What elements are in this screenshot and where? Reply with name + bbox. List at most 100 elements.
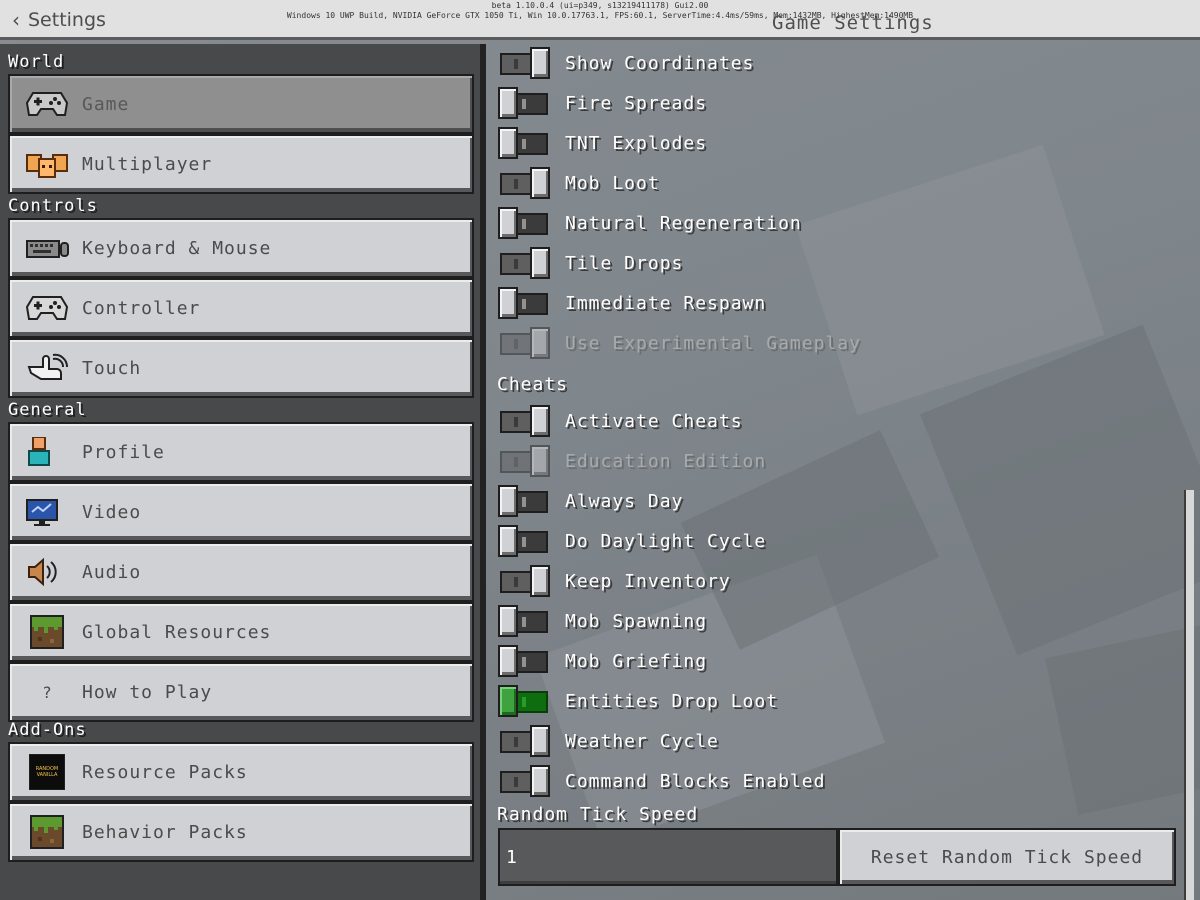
sidebar-item-global-resources[interactable]: Global Resources	[8, 602, 474, 662]
toggle-switch[interactable]	[498, 45, 552, 81]
sidebar-item-touch[interactable]: Touch	[8, 338, 474, 398]
toggle-switch[interactable]	[498, 483, 552, 519]
sidebar-item-label: Controller	[82, 297, 201, 319]
toggle-label: Show Coordinates	[565, 52, 755, 74]
sidebar-item-label: Multiplayer	[82, 153, 213, 175]
section-label-controls: Controls	[8, 196, 98, 216]
multiplayer-icon	[24, 146, 70, 182]
toggle-switch[interactable]	[498, 165, 552, 201]
sidebar-item-audio[interactable]: Audio	[8, 542, 474, 602]
sidebar-item-multiplayer[interactable]: Multiplayer	[8, 134, 474, 194]
toggle-do-daylight-cycle[interactable]: Do Daylight Cycle	[498, 523, 766, 559]
controller-icon	[24, 290, 70, 326]
reset-random-tick-speed-button[interactable]: Reset Random Tick Speed	[838, 828, 1176, 886]
toggle-label: Command Blocks Enabled	[565, 770, 826, 792]
toggle-label: Education Edition	[565, 450, 767, 472]
sidebar-item-label: Global Resources	[82, 621, 272, 643]
toggle-mob-loot[interactable]: Mob Loot	[498, 165, 660, 201]
toggle-label: Weather Cycle	[565, 730, 719, 752]
sidebar-item-label: Game	[82, 93, 130, 115]
section-label-general: General	[8, 400, 87, 420]
sidebar-item-label: Keyboard & Mouse	[82, 237, 272, 259]
settings-scrollbar[interactable]	[1184, 44, 1194, 900]
controller-icon	[24, 86, 70, 122]
toggle-show-coordinates[interactable]: Show Coordinates	[498, 45, 754, 81]
toggle-switch[interactable]	[498, 205, 552, 241]
toggle-switch[interactable]	[498, 403, 552, 439]
toggle-natural-regeneration[interactable]: Natural Regeneration	[498, 205, 802, 241]
toggle-label: Keep Inventory	[565, 570, 731, 592]
sidebar-item-profile[interactable]: Profile	[8, 422, 474, 482]
toggle-label: Use Experimental Gameplay	[565, 332, 861, 354]
toggle-tnt-explodes[interactable]: TNT Explodes	[498, 125, 707, 161]
sidebar-item-resource-packs[interactable]: RANDOM VANILLA Resource Packs	[8, 742, 474, 802]
sidebar-item-label: Behavior Packs	[82, 821, 248, 843]
debug-info: beta 1.10.0.4 (ui=p349, s13219411178) Gu…	[0, 1, 1200, 21]
sidebar-item-label: Touch	[82, 357, 142, 379]
sidebar-item-behavior-packs[interactable]: Behavior Packs	[8, 802, 474, 862]
toggle-switch	[498, 325, 552, 361]
toggle-switch[interactable]	[498, 285, 552, 321]
toggle-switch[interactable]	[498, 563, 552, 599]
top-bar: ‹ Settings beta 1.10.0.4 (ui=p349, s1321…	[0, 0, 1200, 40]
toggle-entities-drop-loot[interactable]: Entities Drop Loot	[498, 683, 778, 719]
touch-icon	[24, 350, 70, 386]
sidebar-item-how-to-play[interactable]: ? How to Play	[8, 662, 474, 722]
toggle-label: Do Daylight Cycle	[565, 530, 767, 552]
toggle-switch[interactable]	[498, 85, 552, 121]
toggle-mob-spawning[interactable]: Mob Spawning	[498, 603, 707, 639]
speaker-icon	[24, 554, 70, 590]
toggle-switch[interactable]	[498, 723, 552, 759]
profile-icon	[24, 434, 70, 470]
toggle-weather-cycle[interactable]: Weather Cycle	[498, 723, 719, 759]
game-settings-panel: Show Coordinates Fire Spreads TNT Explod…	[486, 44, 1182, 900]
toggle-keep-inventory[interactable]: Keep Inventory	[498, 563, 731, 599]
toggle-switch[interactable]	[498, 523, 552, 559]
toggle-fire-spreads[interactable]: Fire Spreads	[498, 85, 707, 121]
monitor-icon	[24, 494, 70, 530]
debug-line-2: Windows 10 UWP Build, NVIDIA GeForce GTX…	[286, 11, 914, 20]
section-label-world: World	[8, 52, 65, 72]
scrollbar-thumb[interactable]	[1184, 490, 1194, 900]
toggle-label: Mob Griefing	[565, 650, 708, 672]
toggle-switch[interactable]	[498, 603, 552, 639]
section-label-add-ons: Add-Ons	[8, 720, 87, 740]
toggle-label: Immediate Respawn	[565, 292, 767, 314]
question-icon: ?	[42, 682, 52, 702]
toggle-switch[interactable]	[498, 125, 552, 161]
random-tick-speed-label: Random Tick Speed	[497, 804, 699, 825]
resource-pack-thumbnail: RANDOM VANILLA	[29, 754, 65, 790]
toggle-immediate-respawn[interactable]: Immediate Respawn	[498, 285, 766, 321]
toggle-label: Entities Drop Loot	[565, 690, 779, 712]
toggle-always-day[interactable]: Always Day	[498, 483, 683, 519]
section-label-cheats: Cheats	[497, 374, 569, 395]
sidebar-item-label: Video	[82, 501, 142, 523]
toggle-label: Mob Spawning	[565, 610, 708, 632]
toggle-label: Activate Cheats	[565, 410, 743, 432]
random-tick-speed-input[interactable]	[498, 828, 838, 886]
debug-line-1: beta 1.10.0.4 (ui=p349, s13219411178) Gu…	[491, 1, 709, 10]
sidebar-item-video[interactable]: Video	[8, 482, 474, 542]
sidebar-item-label: Resource Packs	[82, 761, 248, 783]
toggle-label: Natural Regeneration	[565, 212, 802, 234]
toggle-switch[interactable]	[498, 245, 552, 281]
toggle-label: TNT Explodes	[565, 132, 708, 154]
sidebar-item-label: How to Play	[82, 681, 213, 703]
toggle-switch[interactable]	[498, 763, 552, 799]
grass-block-icon	[24, 614, 70, 650]
toggle-command-blocks-enabled[interactable]: Command Blocks Enabled	[498, 763, 825, 799]
toggle-mob-griefing[interactable]: Mob Griefing	[498, 643, 707, 679]
toggle-activate-cheats[interactable]: Activate Cheats	[498, 403, 743, 439]
toggle-label: Always Day	[565, 490, 684, 512]
toggle-tile-drops[interactable]: Tile Drops	[498, 245, 683, 281]
toggle-education-edition: Education Edition	[498, 443, 766, 479]
sidebar-item-label: Profile	[82, 441, 165, 463]
sidebar-item-keyboard-mouse[interactable]: Keyboard & Mouse	[8, 218, 474, 278]
sidebar-item-game[interactable]: Game	[8, 74, 474, 134]
toggle-switch[interactable]	[498, 683, 552, 719]
sidebar-item-controller[interactable]: Controller	[8, 278, 474, 338]
toggle-switch[interactable]	[498, 643, 552, 679]
toggle-use-experimental-gameplay: Use Experimental Gameplay	[498, 325, 861, 361]
toggle-label: Tile Drops	[565, 252, 684, 274]
resource-pack-icon: RANDOM VANILLA	[24, 754, 70, 790]
